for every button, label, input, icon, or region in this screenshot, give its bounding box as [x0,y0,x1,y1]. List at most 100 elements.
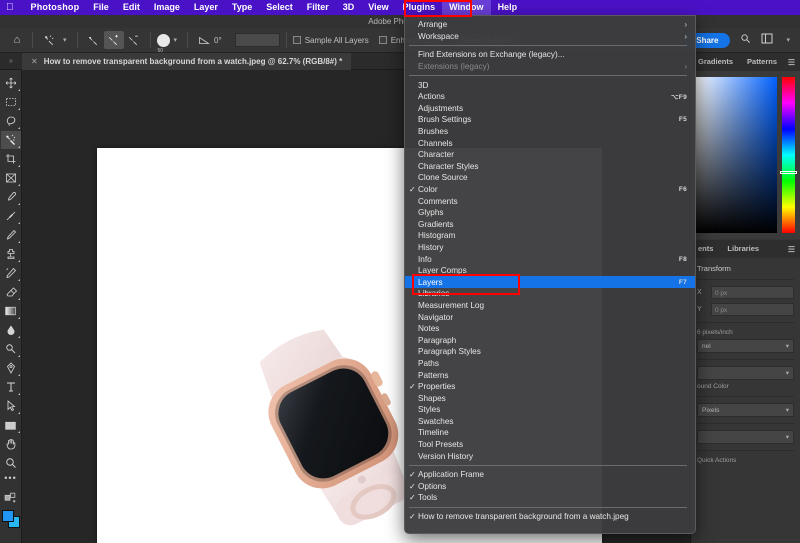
menu-item-brush-settings[interactable]: Brush Settings F5 [405,114,695,126]
frame-tool[interactable] [1,169,21,187]
blur-tool[interactable] [1,321,21,339]
brush-options-chevron-icon[interactable]: ▾ [174,36,178,44]
menu-item-paths[interactable]: Paths [405,358,695,370]
menu-edit[interactable]: Edit [116,0,147,15]
menu-item-find-extensions[interactable]: Find Extensions on Exchange (legacy)... [405,49,695,61]
gradient-tool[interactable] [1,302,21,320]
rectangular-marquee-tool[interactable] [1,93,21,111]
angle-input[interactable] [234,33,280,47]
eraser-tool[interactable] [1,283,21,301]
color-swatches[interactable] [1,510,20,528]
menu-item-tools[interactable]: ✓ Tools [405,492,695,504]
menu-item-3d[interactable]: 3D [405,79,695,91]
menu-type[interactable]: Type [225,0,259,15]
dodge-tool[interactable] [1,340,21,358]
close-icon[interactable]: ✕ [31,57,38,66]
channel-select[interactable] [697,366,794,381]
enhance-edge-checkbox[interactable] [378,36,387,44]
pen-tool[interactable] [1,359,21,377]
brush-tool[interactable] [1,226,21,244]
quick-selection-tool-icon[interactable] [39,31,59,49]
menu-item-adjustments[interactable]: Adjustments [405,103,695,115]
crop-tool[interactable] [1,150,21,168]
menu-item-color[interactable]: ✓ Color F6 [405,184,695,196]
menu-item-navigator[interactable]: Navigator [405,311,695,323]
apple-logo-icon[interactable]:  [6,2,14,13]
menu-app-name[interactable]: Photoshop [24,0,87,15]
panel-menu-icon[interactable]: ☰ [788,58,800,67]
menu-item-channels[interactable]: Channels [405,137,695,149]
menu-item-layer-comps[interactable]: Layer Comps [405,265,695,277]
menu-filter[interactable]: Filter [300,0,336,15]
menu-item-history[interactable]: History [405,242,695,254]
tab-libraries[interactable]: Libraries [720,240,766,258]
units-select[interactable]: Pixels [697,403,794,418]
hue-slider[interactable] [780,77,797,233]
zoom-tool[interactable] [1,454,21,472]
color-picker-panel[interactable] [691,71,800,239]
menu-layer[interactable]: Layer [187,0,225,15]
brush-size-preview[interactable]: 50 [156,33,170,54]
tab-bar-grip[interactable]: » [0,58,22,65]
menu-item-styles[interactable]: Styles [405,404,695,416]
menu-item-measurement-log[interactable]: Measurement Log [405,300,695,312]
menu-item-paragraph[interactable]: Paragraph [405,334,695,346]
y-input[interactable]: 0 px [711,303,794,316]
menu-item-shapes[interactable]: Shapes [405,392,695,404]
menu-item-libraries[interactable]: Libraries [405,288,695,300]
type-tool[interactable] [1,378,21,396]
menu-view[interactable]: View [361,0,395,15]
quick-selection-tool[interactable] [0,131,21,149]
menu-window[interactable]: Window [442,0,491,15]
rectangle-tool[interactable] [1,416,21,434]
menu-select[interactable]: Select [259,0,300,15]
menu-item-glyphs[interactable]: Glyphs [405,207,695,219]
menu-plugins[interactable]: Plugins [396,0,443,15]
eyedropper-tool[interactable] [1,188,21,206]
color-field[interactable] [696,77,777,233]
more-tools-icon[interactable]: ••• [4,473,16,487]
selection-add-icon[interactable] [103,31,124,49]
lasso-tool[interactable] [1,112,21,130]
foreground-color-swatch[interactable] [1,510,14,522]
move-tool[interactable] [1,74,21,92]
menu-item-version-history[interactable]: Version History [405,450,695,462]
menu-item-actions[interactable]: Actions ⌥F9 [405,91,695,103]
menu-item-histogram[interactable]: Histogram [405,230,695,242]
menu-item-layers[interactable]: Layers F7 [405,276,695,289]
menu-item-options[interactable]: ✓ Options [405,481,695,493]
search-icon[interactable] [738,33,752,47]
menu-item-info[interactable]: Info F8 [405,253,695,265]
selection-subtract-icon[interactable] [124,31,144,49]
hue-slider-knob[interactable] [780,170,797,174]
document-tab[interactable]: ✕ How to remove transparent background f… [22,52,352,70]
gradient-preset-select[interactable] [697,430,794,445]
menu-item-properties[interactable]: ✓ Properties [405,381,695,393]
menu-item-character[interactable]: Character [405,149,695,161]
panel-menu-icon[interactable]: ☰ [788,245,800,254]
menu-3d[interactable]: 3D [336,0,362,15]
menu-item-comments[interactable]: Comments [405,195,695,207]
clone-stamp-tool[interactable] [1,245,21,263]
menu-item-paragraph-styles[interactable]: Paragraph Styles [405,346,695,358]
menu-item-gradients[interactable]: Gradients [405,219,695,231]
menu-item-clone-source[interactable]: Clone Source [405,172,695,184]
history-brush-tool[interactable] [1,264,21,282]
menu-help[interactable]: Help [491,0,525,15]
chevron-down-icon[interactable]: ▾ [63,36,67,44]
tab-gradients[interactable]: Gradients [691,53,740,71]
menu-item-workspace[interactable]: Workspace › [405,31,695,43]
menu-item-arrange[interactable]: Arrange › [405,19,695,31]
x-input[interactable]: 0 px [711,286,794,299]
window-dropdown-menu[interactable]: Arrange › Workspace › Find Extensions on… [404,15,696,534]
menu-item-open-document[interactable]: ✓ How to remove transparent background f… [405,511,695,523]
menu-item-patterns[interactable]: Patterns [405,369,695,381]
menu-item-timeline[interactable]: Timeline [405,427,695,439]
default-colors-icon[interactable] [1,488,21,506]
spot-healing-brush-tool[interactable] [1,207,21,225]
tab-patterns[interactable]: Patterns [740,53,784,71]
selection-new-icon[interactable] [84,31,104,49]
menu-item-character-styles[interactable]: Character Styles [405,161,695,173]
menu-item-swatches[interactable]: Swatches [405,416,695,428]
menu-item-notes[interactable]: Notes [405,323,695,335]
